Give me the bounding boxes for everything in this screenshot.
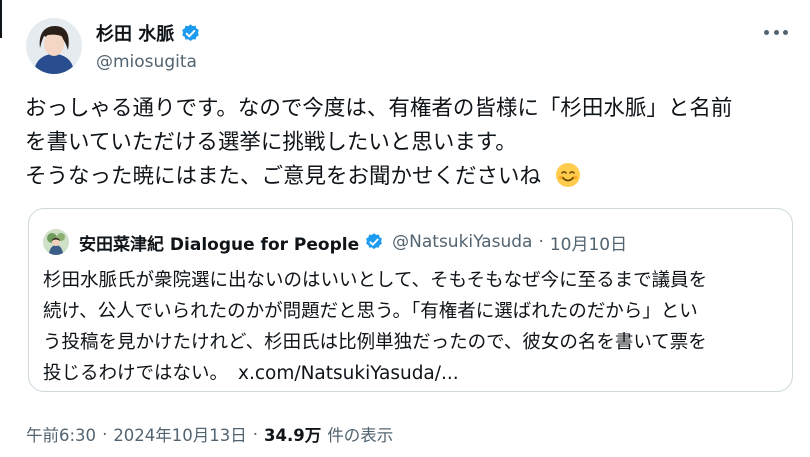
tweet-meta: 午前6:30 · 2024年10月13日 · 34.9万 件の表示 <box>26 422 393 446</box>
quoted-verified-badge-icon <box>366 233 383 250</box>
smiling-face-icon <box>556 163 581 187</box>
quoted-separator: · <box>538 232 544 252</box>
quoted-avatar-image <box>43 229 69 255</box>
quoted-line: 続け、公人でいられたのかが問題だと思う。「有権者に選ばれたのだから」とい <box>43 301 698 322</box>
quoted-author-handle: @NatsukiYasuda <box>392 232 533 252</box>
quoted-tweet-card[interactable]: 安田菜津紀 Dialogue for People @NatsukiYasuda… <box>28 208 793 392</box>
more-dot <box>764 29 769 35</box>
timeline-edge <box>0 0 2 38</box>
meta-separator: · <box>102 424 108 444</box>
quoted-line: 投じるわけではない。 <box>43 363 229 384</box>
author-display-name[interactable]: 杉田 水脈 <box>96 20 174 46</box>
author-avatar[interactable] <box>26 18 82 74</box>
more-options-icon[interactable] <box>764 24 788 40</box>
more-dot <box>783 29 788 35</box>
views-label: 件の表示 <box>327 426 394 445</box>
tweet-body: おっしゃる通りです。なので今度は、有権者の皆様に「杉田水脈」と名前 を書いていた… <box>25 92 795 194</box>
quoted-tweet-header: 安田菜津紀 Dialogue for People @NatsukiYasuda… <box>43 229 627 255</box>
tweet-line-with-emoji: そうなった暁にはまた、ご意見をお聞かせくださいね <box>25 160 795 194</box>
verified-badge-icon[interactable] <box>180 23 201 44</box>
tweet-date[interactable]: 2024年10月13日 <box>113 422 246 446</box>
quoted-date: 10月10日 <box>549 234 628 255</box>
tweet-line: そうなった暁にはまた、ご意見をお聞かせくださいね <box>25 164 542 189</box>
author-name-row: 杉田 水脈 <box>96 20 201 46</box>
quoted-tweet-body: 杉田水脈氏が衆院選に出ないのはいいとして、そもそもなぜ今に至るまで議員を 続け、… <box>43 265 783 389</box>
tweet-time[interactable]: 午前6:30 <box>26 422 96 446</box>
views-count: 34.9万 <box>264 426 322 445</box>
tweet-line: を書いていただける選挙に挑戦したいと思います。 <box>25 130 517 155</box>
author-handle[interactable]: @miosugita <box>96 52 197 72</box>
quoted-author-display-name: 安田菜津紀 Dialogue for People <box>79 234 360 255</box>
avatar-image <box>26 18 82 74</box>
quoted-last-line: 投じるわけではない。 x.com/NatsukiYasuda/... <box>43 358 783 389</box>
quoted-line: 杉田水脈氏が衆院選に出ないのはいいとして、そもそもなぜ今に至るまで議員を <box>43 270 708 291</box>
meta-separator: · <box>252 424 259 444</box>
quoted-line: う投稿を見かけたけれど、杉田氏は比例単独だったので、彼女の名を書いて票を <box>43 332 707 353</box>
quoted-author-avatar <box>43 229 69 255</box>
quoted-link[interactable]: x.com/NatsukiYasuda/... <box>238 363 459 384</box>
more-dot <box>773 29 779 35</box>
tweet-line: おっしゃる通りです。なので今度は、有権者の皆様に「杉田水脈」と名前 <box>25 96 733 121</box>
